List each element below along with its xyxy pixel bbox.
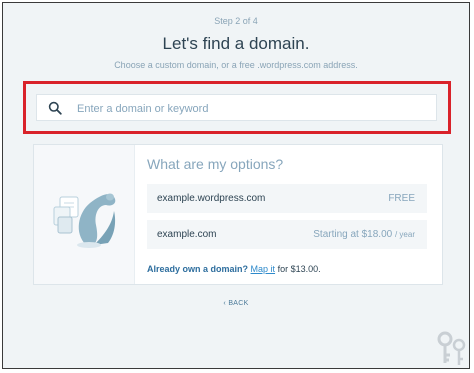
search-icon bbox=[48, 101, 62, 115]
back-link[interactable]: ‹ BACK bbox=[223, 300, 248, 307]
option-domain: example.wordpress.com bbox=[157, 193, 266, 204]
option-price: FREE bbox=[388, 193, 415, 204]
own-domain-text: Already own a domain? Map it for $13.00. bbox=[147, 264, 321, 274]
domain-search-box[interactable] bbox=[36, 94, 437, 121]
page-subtitle: Choose a custom domain, or a free .wordp… bbox=[114, 60, 358, 70]
option-price: Starting at $18.00 / year bbox=[313, 229, 415, 240]
keys-icon bbox=[437, 331, 466, 365]
search-highlight-box bbox=[23, 81, 451, 134]
option-row-custom[interactable]: example.com Starting at $18.00 / year bbox=[147, 220, 427, 249]
domain-search-input[interactable] bbox=[75, 98, 419, 119]
option-domain: example.com bbox=[157, 229, 217, 240]
option-row-free[interactable]: example.wordpress.com FREE bbox=[147, 184, 427, 213]
own-domain-prefix: Already own a domain? bbox=[147, 264, 249, 274]
illustration-panel bbox=[34, 145, 135, 284]
plant-illustration bbox=[53, 193, 116, 248]
options-card: What are my options? example.wordpress.c… bbox=[33, 144, 443, 285]
options-title: What are my options? bbox=[147, 156, 284, 172]
back-nav: ‹ BACK bbox=[3, 300, 469, 307]
own-domain-suffix: for $13.00. bbox=[277, 264, 321, 274]
page-title: Let's find a domain. bbox=[162, 34, 310, 53]
signup-window: Step 2 of 4 Let's find a domain. Choose … bbox=[2, 2, 470, 369]
price-period: / year bbox=[394, 230, 415, 239]
map-it-link[interactable]: Map it bbox=[251, 264, 276, 274]
step-indicator: Step 2 of 4 bbox=[214, 16, 258, 26]
